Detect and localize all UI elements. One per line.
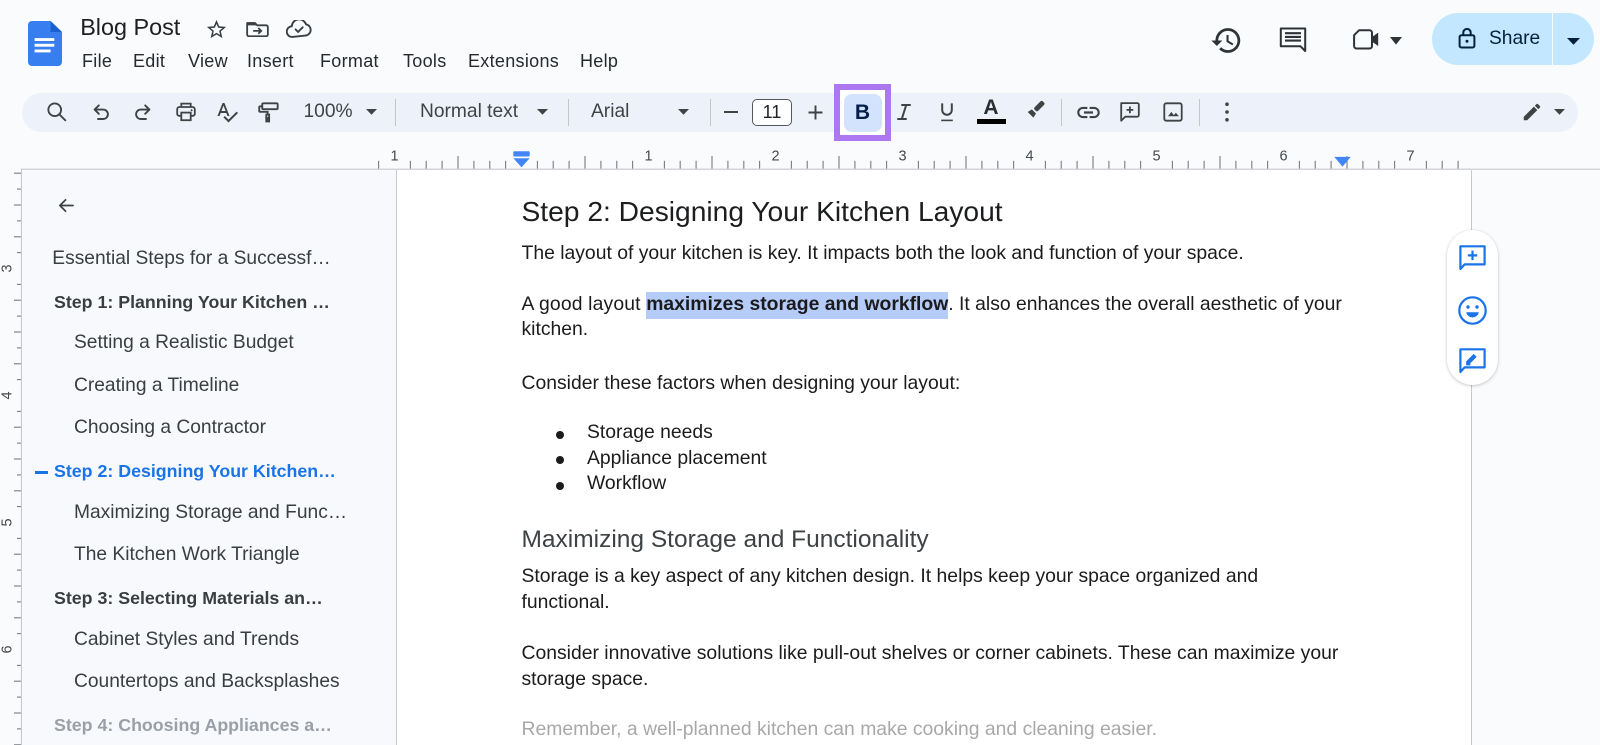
svg-text:4: 4 bbox=[1025, 149, 1033, 165]
svg-text:1: 1 bbox=[644, 149, 652, 165]
svg-text:7: 7 bbox=[1406, 149, 1414, 165]
svg-text:5: 5 bbox=[0, 518, 15, 526]
svg-text:6: 6 bbox=[0, 645, 15, 653]
svg-text:2: 2 bbox=[771, 149, 779, 165]
svg-text:4: 4 bbox=[0, 391, 15, 399]
svg-text:5: 5 bbox=[1152, 149, 1160, 165]
svg-text:3: 3 bbox=[898, 149, 906, 165]
svg-text:3: 3 bbox=[0, 264, 15, 272]
svg-text:1: 1 bbox=[390, 149, 398, 165]
svg-text:6: 6 bbox=[1279, 149, 1287, 165]
